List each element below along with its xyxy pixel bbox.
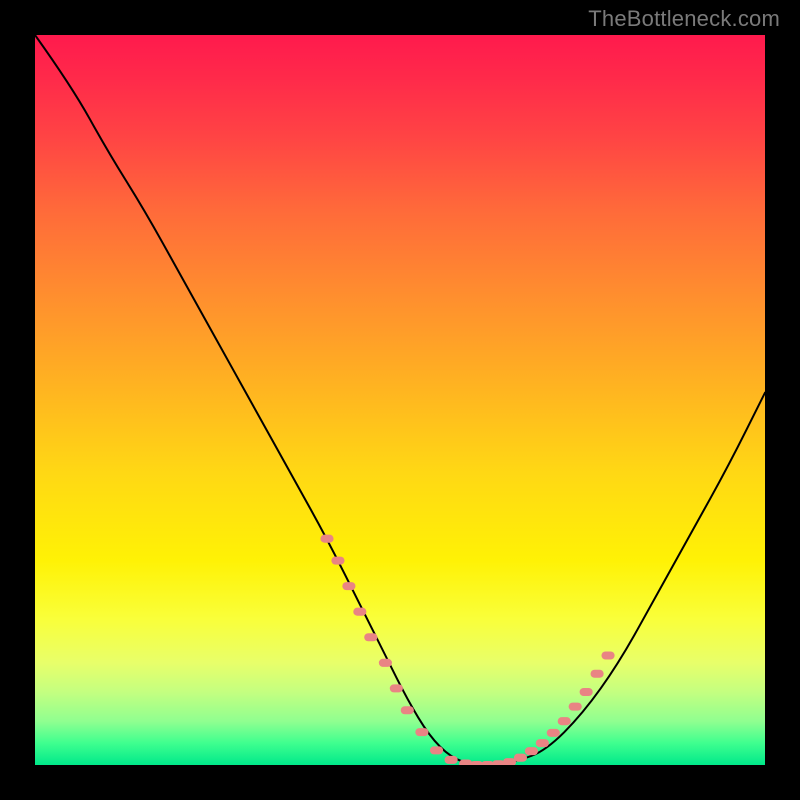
data-marker: [390, 684, 403, 692]
data-marker: [415, 728, 428, 736]
data-marker: [503, 758, 516, 765]
plot-area: [35, 35, 765, 765]
data-marker: [401, 706, 414, 714]
data-markers-group: [320, 535, 614, 765]
data-marker: [342, 582, 355, 590]
data-marker: [569, 703, 582, 711]
data-marker: [364, 633, 377, 641]
data-marker: [580, 688, 593, 696]
data-marker: [379, 659, 392, 667]
data-marker: [445, 756, 458, 764]
data-marker: [514, 754, 527, 762]
data-marker: [525, 747, 538, 755]
data-marker: [536, 739, 549, 747]
data-marker: [601, 651, 614, 659]
chart-svg: [35, 35, 765, 765]
data-marker: [353, 608, 366, 616]
data-marker: [591, 670, 604, 678]
chart-stage: TheBottleneck.com: [0, 0, 800, 800]
data-marker: [331, 557, 344, 565]
data-marker: [547, 729, 560, 737]
data-marker: [320, 535, 333, 543]
credit-text: TheBottleneck.com: [588, 6, 780, 32]
data-marker: [558, 717, 571, 725]
data-marker: [430, 746, 443, 754]
bottleneck-curve-path: [35, 35, 765, 765]
